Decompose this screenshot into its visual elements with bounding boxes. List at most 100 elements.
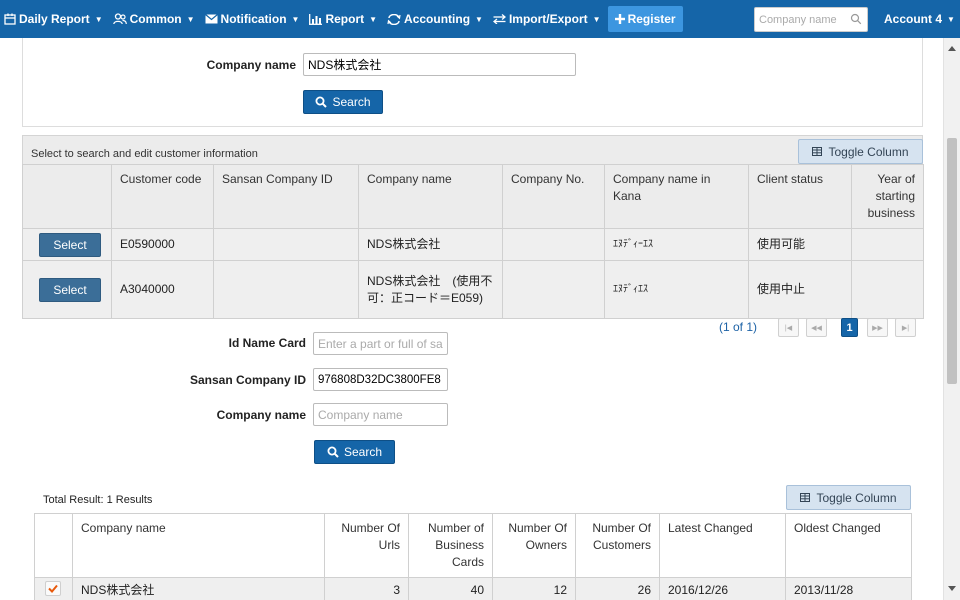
top-navbar: Daily Report ▼ Common ▼ Notification ▼ Repo… (0, 0, 960, 38)
caret-down-icon: ▼ (947, 14, 955, 24)
column-header[interactable]: Number Of Owners (492, 513, 576, 578)
client-status: 使用可能 (748, 228, 852, 261)
nav-common[interactable]: Common ▼ (108, 0, 200, 38)
main-content: Company name Search Select to search and… (0, 38, 943, 600)
company-no (502, 228, 605, 261)
nav-daily-report[interactable]: Daily Report ▼ (0, 0, 108, 38)
search-icon (327, 446, 339, 458)
toggle-column-button[interactable]: Toggle Column (798, 139, 923, 164)
number-of-business-cards: 40 (408, 577, 493, 600)
nav-import-export[interactable]: Import/Export ▼ (488, 0, 606, 38)
nav-label: Daily Report (19, 12, 90, 26)
scrollbar-thumb[interactable] (947, 138, 957, 384)
toggle-column-label: Toggle Column (828, 144, 909, 159)
nav-label: Notification (220, 12, 287, 26)
client-status: 使用中止 (748, 260, 852, 319)
caret-down-icon: ▼ (475, 14, 483, 24)
column-header[interactable]: Company name in Kana (604, 164, 749, 229)
column-header[interactable]: Company No. (502, 164, 605, 229)
account-label: Account 4 (884, 12, 943, 26)
id-name-card-input[interactable] (313, 332, 448, 355)
users-icon (112, 13, 127, 25)
exchange-icon (387, 13, 401, 25)
company-name: NDS株式会社 (72, 577, 325, 600)
company-name-label: Company name (206, 58, 296, 72)
company-search-panel (22, 38, 923, 127)
column-header[interactable]: Number of Business Cards (408, 513, 493, 578)
search-button[interactable]: Search (303, 90, 383, 114)
page-number-button[interactable]: 1 (841, 318, 858, 337)
year-starting-business (851, 228, 924, 261)
nav-accounting[interactable]: Accounting ▼ (382, 0, 488, 38)
column-header[interactable]: Year of starting business (851, 164, 924, 229)
select-button[interactable]: Select (39, 277, 101, 302)
oldest-changed: 2013/11/28 (785, 577, 912, 600)
company-name-label: Company name (216, 408, 306, 422)
nav-report[interactable]: Report ▼ (304, 0, 382, 38)
column-header[interactable]: Company name (358, 164, 503, 229)
toggle-column-label: Toggle Column (816, 490, 897, 505)
envelope-icon (204, 14, 218, 24)
nav-company-search-input[interactable] (755, 13, 849, 26)
calendar-icon (4, 13, 16, 25)
sansan-company-id-input[interactable] (313, 368, 448, 391)
prev-page-icon[interactable]: ◀◀ (806, 318, 827, 337)
column-header[interactable]: Client status (748, 164, 852, 229)
customer-code: E0590000 (111, 228, 214, 261)
latest-changed: 2016/12/26 (659, 577, 786, 600)
company-name-kana: ｴﾇﾃﾞｨｴｽ (604, 260, 749, 319)
search-label: Search (332, 95, 371, 109)
company-name-input[interactable] (303, 53, 576, 76)
column-header (34, 513, 73, 578)
column-header[interactable]: Oldest Changed (785, 513, 912, 578)
table-header-row: Customer code Sansan Company ID Company … (22, 164, 924, 229)
column-header[interactable]: Sansan Company ID (213, 164, 359, 229)
search-button[interactable]: Search (314, 440, 395, 464)
register-label: Register (627, 12, 676, 26)
column-header[interactable]: Latest Changed (659, 513, 786, 578)
nav-label: Report (325, 12, 365, 26)
sansan-company-id (213, 228, 359, 261)
column-header[interactable]: Number Of Urls (324, 513, 409, 578)
vertical-scrollbar[interactable] (943, 38, 960, 600)
customer-panel-caption: Select to search and edit customer infor… (31, 148, 258, 160)
company-no (502, 260, 605, 319)
company-name: NDS株式会社 (使用不可：正コード＝E059) (358, 260, 503, 319)
table-row[interactable]: Select E0590000 NDS株式会社 ｴﾇﾃﾞｨｰｴｽ 使用可能 (22, 228, 924, 261)
company-name-kana: ｴﾇﾃﾞｨｰｴｽ (604, 228, 749, 261)
scroll-down-arrow-icon[interactable] (948, 586, 956, 591)
register-button[interactable]: Register (607, 6, 683, 32)
last-page-icon[interactable]: ▶| (895, 318, 916, 337)
id-name-card-label: Id Name Card (228, 336, 306, 350)
caret-down-icon: ▼ (291, 14, 300, 24)
company-name-input[interactable] (313, 403, 448, 426)
caret-down-icon: ▼ (369, 14, 378, 24)
search-icon (315, 96, 328, 108)
select-button[interactable]: Select (39, 232, 101, 257)
first-page-icon[interactable]: |◀ (778, 318, 799, 337)
table-row[interactable]: NDS株式会社 3 40 12 26 2016/12/26 2013/11/28 (34, 577, 912, 600)
number-of-urls: 3 (324, 577, 409, 600)
nav-notification[interactable]: Notification ▼ (200, 0, 305, 38)
number-of-owners: 12 (492, 577, 576, 600)
company-name: NDS株式会社 (358, 228, 503, 261)
nav-label: Import/Export (508, 12, 588, 26)
column-header[interactable]: Customer code (111, 164, 214, 229)
column-header[interactable]: Company name (72, 513, 325, 578)
scroll-up-arrow-icon[interactable] (948, 46, 956, 51)
nav-label: Common (129, 12, 182, 26)
pager-status: (1 of 1) (719, 320, 758, 334)
search-icon[interactable] (850, 13, 862, 25)
caret-down-icon: ▼ (94, 14, 103, 24)
table-row[interactable]: Select A3040000 NDS株式会社 (使用不可：正コード＝E059)… (22, 260, 924, 319)
search-label: Search (343, 445, 383, 459)
table-icon (812, 147, 823, 156)
bar-chart-icon (309, 13, 323, 25)
checkmark-icon (48, 584, 58, 593)
total-result-caption: Total Result: 1 Results (43, 494, 153, 506)
next-page-icon[interactable]: ▶▶ (867, 318, 888, 337)
row-checkbox[interactable] (45, 580, 61, 596)
toggle-column-button[interactable]: Toggle Column (786, 485, 911, 510)
account-menu[interactable]: Account 4 ▼ (879, 0, 960, 38)
column-header[interactable]: Number Of Customers (575, 513, 660, 578)
